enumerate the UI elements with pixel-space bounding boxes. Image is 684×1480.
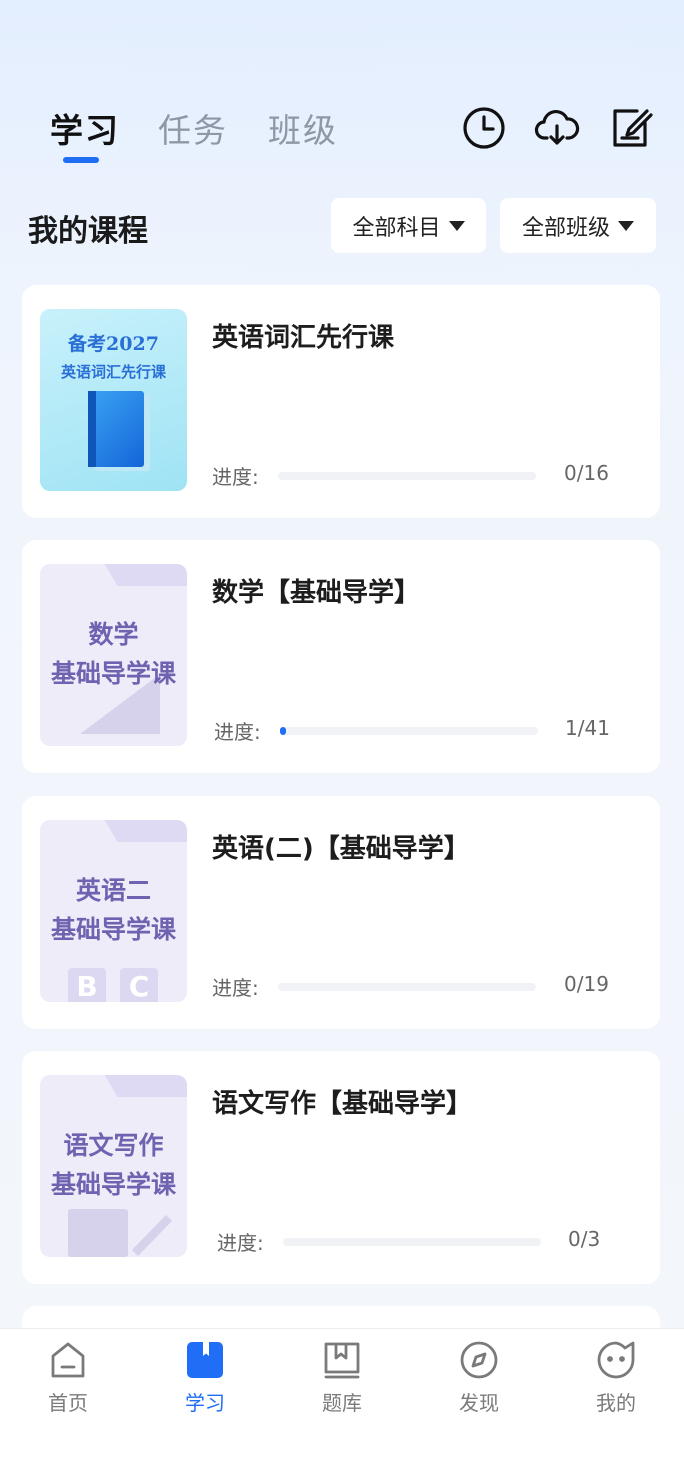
course-card[interactable]: 备考2027 英语词汇先行课 英语词汇先行课 进度: 0/16 xyxy=(22,285,660,518)
progress-count: 0/3 xyxy=(568,1227,601,1251)
cover-text-line1: 数学 xyxy=(88,620,139,649)
history-clock-icon[interactable] xyxy=(461,105,507,151)
class-filter-dropdown[interactable]: 全部班级 xyxy=(500,198,656,253)
nav-item-profile[interactable]: 我的 xyxy=(561,1339,671,1416)
nav-item-discover[interactable]: 发现 xyxy=(424,1339,534,1416)
home-icon xyxy=(51,1342,85,1378)
profile-face-icon xyxy=(597,1341,635,1379)
nav-label: 我的 xyxy=(596,1391,636,1415)
nav-label: 发现 xyxy=(459,1391,499,1415)
nav-label: 首页 xyxy=(48,1391,88,1415)
cover-folder-tab xyxy=(125,1075,187,1097)
progress-count: 0/16 xyxy=(564,461,609,485)
progress-bar xyxy=(278,472,536,480)
subject-filter-dropdown[interactable]: 全部科目 xyxy=(331,198,486,253)
letter-block-c: C xyxy=(120,968,158,1002)
progress-bar xyxy=(278,983,536,991)
progress-label: 进度: xyxy=(212,465,259,489)
dropdown-triangle-icon xyxy=(448,220,465,231)
course-card[interactable]: 数学 基础导学课 数学【基础导学】 进度: 1/41 xyxy=(22,540,660,773)
top-tab-bar: 学习 任务 班级 xyxy=(0,100,684,170)
cover-text-line2: 基础导学课 xyxy=(50,1170,176,1199)
progress-bar xyxy=(280,727,538,735)
question-bank-icon xyxy=(324,1342,360,1379)
cover-folder-tab xyxy=(125,820,187,842)
course-card[interactable]: B C 英语二 基础导学课 英语(二)【基础导学】 进度: 0/19 xyxy=(22,796,660,1029)
tab-class[interactable]: 班级 xyxy=(268,104,338,152)
cover-text-line2: 基础导学课 xyxy=(50,915,176,944)
cover-text-line1: 英语二 xyxy=(75,876,151,905)
cover-text-line2: 基础导学课 xyxy=(50,659,176,688)
nav-label: 题库 xyxy=(322,1391,362,1415)
course-title: 数学【基础导学】 xyxy=(212,578,421,608)
compass-icon xyxy=(460,1341,498,1379)
section-title: 我的课程 xyxy=(28,214,148,249)
progress-count: 0/19 xyxy=(564,972,609,996)
nav-item-study[interactable]: 学习 xyxy=(150,1339,260,1416)
course-title: 英语(二)【基础导学】 xyxy=(212,834,470,864)
nav-label: 学习 xyxy=(185,1391,225,1415)
cloud-download-icon[interactable] xyxy=(534,105,580,151)
progress-count: 1/41 xyxy=(565,716,610,740)
course-cover: 数学 基础导学课 xyxy=(40,564,187,746)
tab-tasks[interactable]: 任务 xyxy=(158,104,228,152)
course-cover: B C 英语二 基础导学课 xyxy=(40,820,187,1002)
bottom-nav-bar: 首页 学习 题库 发现 我的 xyxy=(0,1328,684,1480)
book-icon xyxy=(187,1342,223,1378)
progress-fill xyxy=(280,727,286,735)
class-filter-label: 全部班级 xyxy=(521,215,610,241)
tab-study[interactable]: 学习 xyxy=(50,104,120,152)
edit-note-icon[interactable] xyxy=(607,105,653,151)
progress-label: 进度: xyxy=(212,976,259,1000)
cover-text-line1: 语文写作 xyxy=(63,1131,164,1160)
course-card[interactable]: 语文写作 基础导学课 语文写作【基础导学】 进度: 0/3 xyxy=(22,1051,660,1284)
progress-label: 进度: xyxy=(214,720,261,744)
nav-item-home[interactable]: 首页 xyxy=(13,1339,123,1416)
nav-item-question-bank[interactable]: 题库 xyxy=(287,1339,397,1416)
book-illustration-icon xyxy=(88,391,144,467)
progress-bar xyxy=(283,1238,541,1246)
course-title: 语文写作【基础导学】 xyxy=(212,1089,473,1119)
tab-active-indicator xyxy=(63,157,99,163)
subject-filter-label: 全部科目 xyxy=(352,215,441,241)
letter-block-b: B xyxy=(68,968,106,1002)
cover-folder-tab xyxy=(125,564,187,586)
course-title: 英语词汇先行课 xyxy=(212,323,395,353)
progress-label: 进度: xyxy=(217,1231,264,1255)
dropdown-triangle-icon xyxy=(618,220,634,231)
course-cover: 备考2027 英语词汇先行课 xyxy=(40,309,187,491)
cover-text-line2: 英语词汇先行课 xyxy=(60,363,166,381)
course-cover: 语文写作 基础导学课 xyxy=(40,1075,187,1257)
cover-text-line1: 备考2027 xyxy=(68,333,159,355)
pencil-paper-illustration-icon xyxy=(68,1209,172,1257)
